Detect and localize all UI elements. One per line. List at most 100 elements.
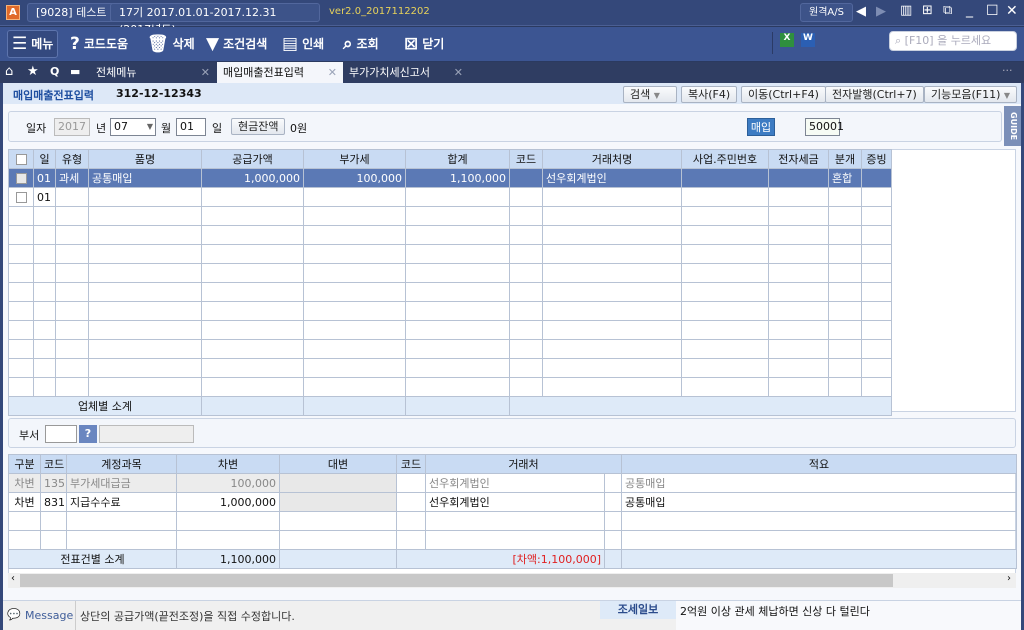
home-icon[interactable]: ⌂ bbox=[5, 64, 13, 79]
table-cell[interactable]: 135 bbox=[40, 473, 67, 493]
column-header[interactable]: 분개 bbox=[828, 149, 862, 169]
guide-tab[interactable]: GUIDE bbox=[1004, 106, 1021, 146]
column-header[interactable]: 구분 bbox=[8, 454, 41, 474]
table-cell[interactable] bbox=[604, 492, 622, 512]
quick-search-icon[interactable]: Q bbox=[50, 65, 59, 78]
table-cell[interactable] bbox=[8, 511, 41, 531]
company-chip[interactable]: [9028] 테스트 bbox=[27, 3, 116, 22]
column-header[interactable]: 거래처명 bbox=[542, 149, 682, 169]
column-header[interactable]: 코드 bbox=[509, 149, 543, 169]
table-cell[interactable] bbox=[604, 511, 622, 531]
row-checkbox[interactable] bbox=[8, 244, 34, 264]
tab-vat-return[interactable]: 부가가치세신고서 ✕ bbox=[343, 62, 469, 83]
word-icon[interactable]: W bbox=[801, 33, 815, 47]
column-header[interactable]: 전자세금 bbox=[768, 149, 829, 169]
table-cell[interactable] bbox=[279, 492, 397, 512]
menu-button[interactable]: ☰ 메뉴 bbox=[7, 30, 59, 58]
table-cell[interactable] bbox=[396, 473, 426, 493]
table-row[interactable] bbox=[8, 320, 892, 340]
row-checkbox[interactable] bbox=[8, 301, 34, 321]
table-row[interactable] bbox=[8, 301, 892, 321]
row-checkbox[interactable] bbox=[8, 263, 34, 283]
table-row[interactable] bbox=[8, 511, 1017, 531]
table-cell[interactable] bbox=[621, 511, 1017, 531]
row-checkbox[interactable] bbox=[8, 187, 34, 207]
minimize-icon[interactable]: _ bbox=[966, 2, 973, 18]
print-button[interactable]: ▤ 인쇄 bbox=[278, 30, 328, 58]
table-row[interactable]: 차변 831 지급수수료 1,000,000 선우회계법인 공통매입 bbox=[8, 492, 1017, 512]
column-header[interactable]: 차변 bbox=[176, 454, 280, 474]
scroll-right-icon[interactable]: › bbox=[1007, 573, 1011, 584]
table-row[interactable] bbox=[8, 530, 1017, 550]
table-cell[interactable] bbox=[8, 530, 41, 550]
column-header[interactable]: 사업.주민번호 bbox=[681, 149, 769, 169]
table-cell[interactable]: 1,000,000 bbox=[176, 492, 280, 512]
search-dropdown-button[interactable]: 검색 ▼ bbox=[623, 86, 677, 103]
table-cell[interactable]: 지급수수료 bbox=[66, 492, 177, 512]
table-row[interactable] bbox=[8, 206, 892, 226]
voucher-code-field[interactable]: 50001 bbox=[805, 118, 844, 136]
period-chip[interactable]: 17기 2017.01.01-2017.12.31 (2017년도) bbox=[110, 3, 320, 36]
table-cell[interactable]: 차변 bbox=[8, 492, 41, 512]
table-cell[interactable] bbox=[279, 473, 397, 493]
tab-purchase-sales-entry[interactable]: 매입매출전표입력 ✕ bbox=[217, 62, 343, 83]
row-checkbox[interactable] bbox=[8, 206, 34, 226]
table-row[interactable]: 01 bbox=[8, 187, 892, 207]
table-cell[interactable] bbox=[396, 511, 426, 531]
filter-button[interactable]: ▼ 조건검색 bbox=[202, 30, 271, 58]
remote-as-button[interactable]: 원격A/S bbox=[800, 3, 853, 22]
checkbox[interactable] bbox=[15, 173, 27, 184]
news-headline[interactable]: 2억원 이상 관세 체납하면 신상 다 털린다 bbox=[676, 601, 1021, 630]
tab-all-menu[interactable]: 전체메뉴 ✕ bbox=[90, 62, 216, 83]
row-checkbox[interactable] bbox=[8, 282, 34, 302]
move-button[interactable]: 이동(Ctrl+F4) bbox=[741, 86, 826, 103]
book-icon[interactable]: ▥ bbox=[900, 3, 912, 18]
column-header[interactable]: 부가세 bbox=[303, 149, 406, 169]
column-header[interactable]: 증빙 bbox=[861, 149, 892, 169]
maximize-icon[interactable]: ☐ bbox=[986, 3, 999, 19]
horizontal-scrollbar[interactable]: ‹ › bbox=[8, 573, 1016, 588]
column-header[interactable]: 거래처 bbox=[425, 454, 622, 474]
table-row[interactable] bbox=[8, 244, 892, 264]
table-cell[interactable]: 100,000 bbox=[176, 473, 280, 493]
row-checkbox[interactable] bbox=[8, 339, 34, 359]
grid-icon[interactable]: ⊞ bbox=[922, 3, 933, 18]
table-cell[interactable] bbox=[40, 530, 67, 550]
column-header[interactable]: 일 bbox=[33, 149, 56, 169]
month-select[interactable]: 07 ▼ bbox=[110, 118, 156, 136]
day-field[interactable]: 01 bbox=[176, 118, 206, 136]
checkbox[interactable] bbox=[15, 192, 27, 203]
dept-code-field[interactable] bbox=[45, 425, 77, 443]
table-cell[interactable] bbox=[396, 530, 426, 550]
table-cell[interactable]: 831 bbox=[40, 492, 67, 512]
code-help-button[interactable]: ? 코드도움 bbox=[66, 30, 132, 58]
purchase-type-button[interactable]: 매입 bbox=[747, 118, 775, 136]
column-header[interactable]: 합계 bbox=[405, 149, 510, 169]
table-cell[interactable] bbox=[279, 530, 397, 550]
table-cell[interactable]: 부가세대급금 bbox=[66, 473, 177, 493]
checkbox[interactable] bbox=[15, 154, 27, 165]
table-row[interactable] bbox=[8, 225, 892, 245]
more-tabs-icon[interactable]: ··· bbox=[1002, 64, 1013, 77]
cash-balance-button[interactable]: 현금잔액 bbox=[231, 118, 286, 135]
copy-button[interactable]: 복사(F4) bbox=[681, 86, 738, 103]
select-all-checkbox[interactable] bbox=[8, 149, 34, 169]
table-cell[interactable] bbox=[176, 511, 280, 531]
calendar-icon[interactable]: ▬ bbox=[70, 65, 80, 78]
table-cell[interactable] bbox=[604, 473, 622, 493]
row-checkbox[interactable] bbox=[8, 377, 34, 397]
row-checkbox[interactable] bbox=[8, 168, 34, 188]
column-header[interactable]: 공급가액 bbox=[201, 149, 304, 169]
table-cell[interactable] bbox=[621, 530, 1017, 550]
column-header[interactable]: 계정과목 bbox=[66, 454, 177, 474]
table-cell[interactable]: 공통매입 bbox=[621, 492, 1017, 512]
table-row[interactable] bbox=[8, 358, 892, 378]
excel-icon[interactable]: X bbox=[780, 33, 794, 47]
table-cell[interactable] bbox=[425, 511, 605, 531]
table-cell[interactable] bbox=[176, 530, 280, 550]
table-row[interactable] bbox=[8, 377, 892, 397]
window-icon[interactable]: ⧉ bbox=[943, 3, 952, 18]
table-cell[interactable] bbox=[40, 511, 67, 531]
table-cell[interactable] bbox=[66, 511, 177, 531]
table-cell[interactable]: 차변 bbox=[8, 473, 41, 493]
